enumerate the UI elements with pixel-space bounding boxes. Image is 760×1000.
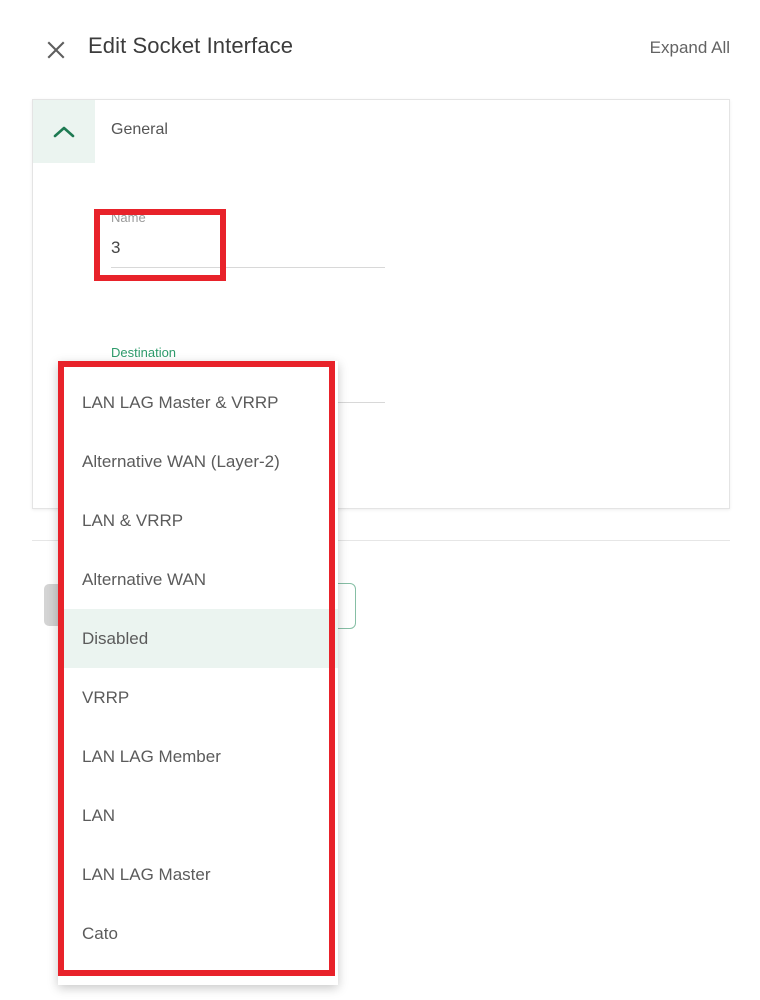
section-title: General xyxy=(111,121,168,138)
name-field-label: Name xyxy=(111,210,146,225)
dropdown-item[interactable]: LAN LAG Master & VRRP xyxy=(58,373,338,432)
destination-dropdown-menu[interactable]: LAN LAG Master & VRRP Alternative WAN (L… xyxy=(58,361,338,978)
close-icon[interactable] xyxy=(42,36,70,64)
dialog-header: Edit Socket Interface Expand All xyxy=(0,0,760,100)
chevron-up-icon xyxy=(53,125,75,139)
name-field-underline xyxy=(111,267,385,268)
name-field-value[interactable]: 3 xyxy=(111,226,385,261)
dropdown-item[interactable]: Alternative WAN xyxy=(58,550,338,609)
expand-all-button[interactable]: Expand All xyxy=(650,38,730,58)
name-field[interactable]: Name 3 xyxy=(111,210,385,268)
page-title: Edit Socket Interface xyxy=(88,33,294,58)
dropdown-item[interactable]: LAN LAG Member xyxy=(58,727,338,786)
dropdown-item[interactable]: LAN & VRRP xyxy=(58,491,338,550)
dropdown-item[interactable]: Alternative WAN (Layer-2) xyxy=(58,432,338,491)
dropdown-item[interactable]: LAN xyxy=(58,786,338,845)
dropdown-item-selected[interactable]: Disabled xyxy=(58,609,338,668)
dropdown-item[interactable]: VRRP xyxy=(58,668,338,727)
dropdown-item[interactable]: LAN LAG Master xyxy=(58,845,338,904)
section-collapse-toggle[interactable] xyxy=(33,100,95,163)
destination-field-label: Destination xyxy=(111,345,177,360)
dropdown-item[interactable]: Cato xyxy=(58,904,338,963)
